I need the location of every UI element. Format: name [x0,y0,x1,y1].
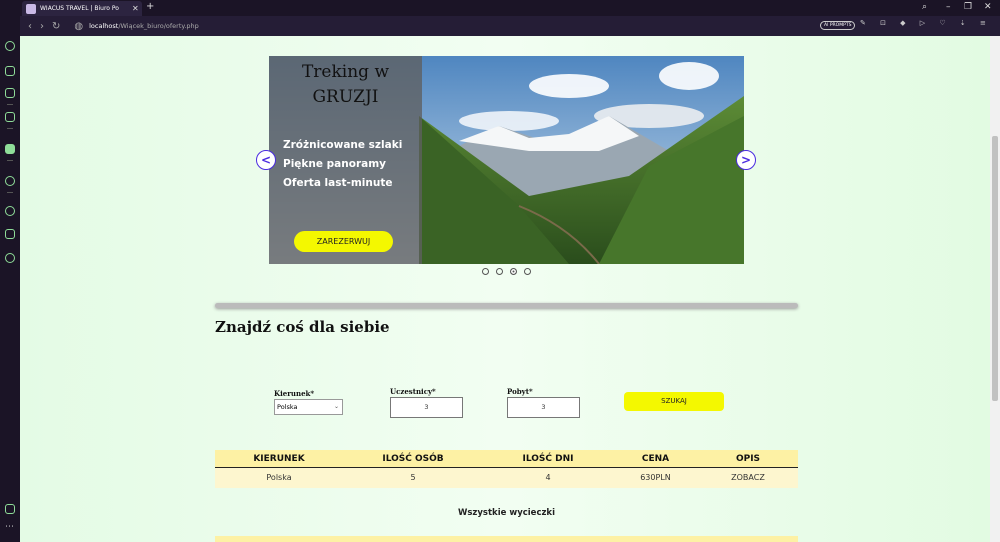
cell-dni: 4 [545,473,551,482]
participants-input[interactable]: 3 [390,397,463,418]
column-header: ILOŚĆ DNI [522,454,574,464]
section-divider [215,303,798,308]
ai-prompts-button[interactable]: AI PROMPTS [820,21,856,30]
settings-icon[interactable] [5,112,15,122]
search-button[interactable]: SZUKAJ [624,392,724,411]
more-icon[interactable]: ⋯ [5,522,14,532]
window-close-icon[interactable]: ✕ [984,2,992,12]
reserve-button[interactable]: ZAREZERWUJ [294,231,393,252]
column-header: CENA [641,454,670,464]
rail-divider [7,128,13,129]
results-table: KIERUNEK ILOŚĆ OSÓB ILOŚĆ DNI CENA OPIS … [215,450,798,488]
history-icon[interactable] [5,206,15,216]
address-bar: ‹ › ↻ ◍ localhost/Wiącek_biuro/oferty.ph… [20,16,1000,36]
rail-divider [7,160,13,161]
sidebar-toggle-icon[interactable] [5,504,15,514]
table-header: KIERUNEK ILOŚĆ OSÓB ILOŚĆ DNI CENA OPIS [215,450,798,468]
url-path: /Wiącek_biuro/oferty.php [118,22,199,30]
twitch-icon[interactable] [5,88,15,98]
column-header: ILOŚĆ OSÓB [382,454,444,464]
scrollbar-thumb[interactable] [992,136,998,401]
hero-feature-item: Oferta last-minute [283,177,393,189]
gear-icon[interactable] [5,253,15,263]
destination-select[interactable]: Polska ⌄ [274,399,343,415]
stay-input[interactable]: 3 [507,397,580,418]
carousel-prev-button[interactable]: < [256,150,276,170]
back-icon[interactable]: ‹ [28,21,32,32]
hero-title: Treking w GRUZJI [269,60,422,110]
browser-titlebar: WIACUS TRAVEL | Biuro Po ✕ + ⌕ – ❐ ✕ [0,0,1000,16]
site-favicon-icon [26,3,36,14]
tab-close-icon[interactable]: ✕ [132,4,142,13]
chatgpt-icon[interactable] [5,144,15,154]
hero-title-line1: Treking w [301,62,390,82]
carousel-next-button[interactable]: > [736,150,756,170]
page-scrollbar[interactable] [990,36,1000,542]
sidebar-rail: ⋯ [0,16,20,542]
table-header-partial [215,536,798,542]
site-info-icon[interactable]: ◍ [74,21,83,32]
toolbar-icons[interactable]: ✎ ⊡ ◆ ▷ ♡ ⇣ ≡ ⚲ [860,19,1000,27]
forward-icon[interactable]: › [40,21,44,32]
bag-icon[interactable] [5,66,15,76]
hero-title-line2: GRUZJI [312,87,379,107]
column-header: KIERUNEK [253,454,305,464]
speed-dial-icon[interactable] [5,41,15,51]
search-icon[interactable]: ⌕ [922,2,927,12]
minimize-icon[interactable]: – [946,2,951,12]
chevron-down-icon: ⌄ [333,403,339,410]
see-details-link[interactable]: ZOBACZ [698,468,798,488]
carousel-dot[interactable] [496,268,503,275]
cell-osoby: 5 [410,473,416,482]
hero-panel: Treking w GRUZJI Zróżnicowane szlaki Pię… [269,56,422,264]
stay-label: Pobyt* [507,387,533,396]
cell-cena: 630PLN [640,473,671,482]
destination-label: Kierunek* [274,389,315,398]
destination-value: Polska [277,403,298,411]
page-viewport: Treking w GRUZJI Zróżnicowane szlaki Pię… [20,36,990,542]
carousel-indicators [482,268,531,275]
hero-feature-item: Zróżnicowane szlaki [283,139,403,151]
column-header: OPIS [735,454,761,464]
rail-divider [7,104,13,105]
cell-kierunek: Polska [266,473,292,482]
carousel-dot[interactable] [482,268,489,275]
hero-feature-item: Piękne panoramy [283,158,386,170]
hero-features: Zróżnicowane szlaki Piękne panoramy Ofer… [283,136,402,193]
cube-icon[interactable] [5,229,15,239]
browser-tab[interactable]: WIACUS TRAVEL | Biuro Po ✕ [22,1,142,16]
participants-label: Uczestnicy* [390,387,436,396]
url-host: localhost [89,22,119,30]
url-field[interactable]: localhost/Wiącek_biuro/oferty.php [89,22,199,30]
carousel-dot-active[interactable] [510,268,517,275]
carousel-dot[interactable] [524,268,531,275]
hero-carousel: Treking w GRUZJI Zróżnicowane szlaki Pię… [269,56,744,264]
maximize-icon[interactable]: ❐ [964,2,972,12]
reload-icon[interactable]: ↻ [52,21,60,32]
new-tab-button[interactable]: + [146,1,154,12]
rail-divider [7,192,13,193]
player-icon[interactable] [5,176,15,186]
all-trips-heading: Wszystkie wycieczki [458,508,555,518]
search-heading: Znajdź coś dla siebie [215,318,390,336]
tab-title: WIACUS TRAVEL | Biuro Po [40,5,119,12]
table-row: Polska 5 4 630PLN ZOBACZ [215,468,798,488]
